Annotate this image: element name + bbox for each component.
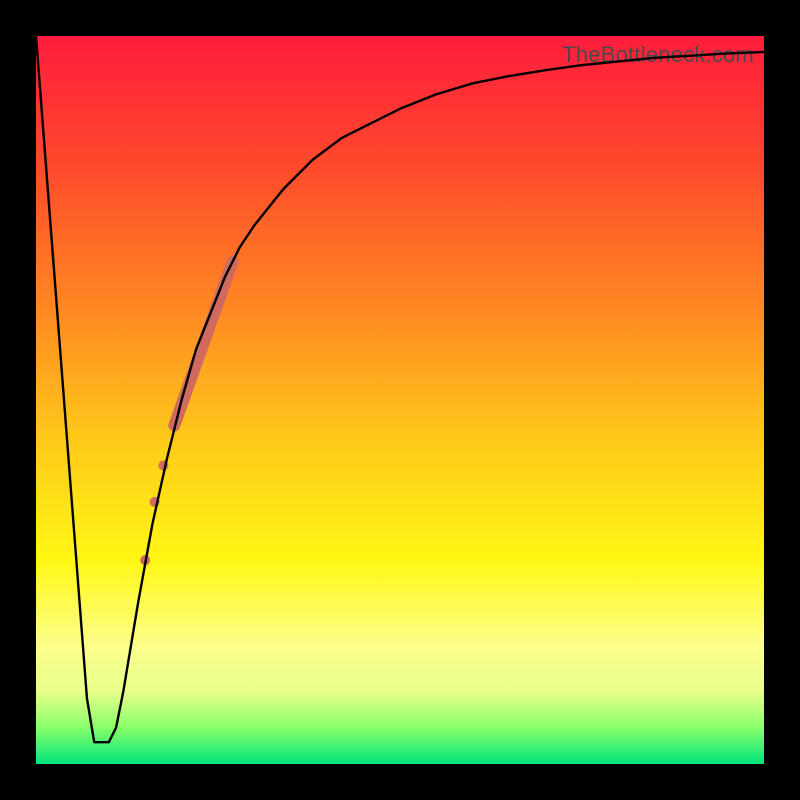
bottleneck-curve <box>36 36 764 742</box>
chart-frame: TheBottleneck.com <box>0 0 800 800</box>
chart-svg <box>36 36 764 764</box>
plot-area: TheBottleneck.com <box>36 36 764 764</box>
highlight-segment <box>174 262 232 426</box>
